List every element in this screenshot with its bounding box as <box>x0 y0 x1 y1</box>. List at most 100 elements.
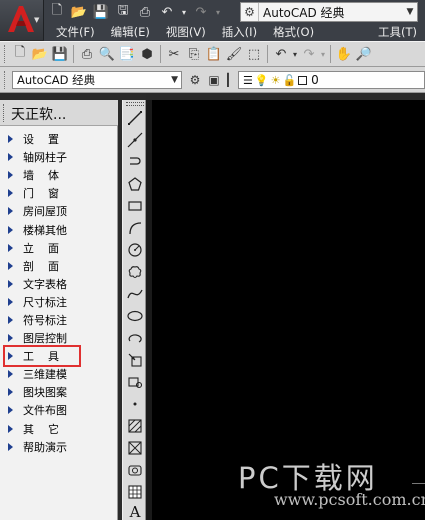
panel-item-help-demo[interactable]: 帮助演示 <box>0 438 118 456</box>
undo-dropdown-icon[interactable]: ▾ <box>291 44 299 64</box>
zoom-realtime-icon[interactable]: 🔎 <box>354 44 374 64</box>
print-icon[interactable]: ⎙ <box>136 3 154 21</box>
panel-item-door-window[interactable]: 门 窗 <box>0 184 118 202</box>
menu-insert[interactable]: 插入(I) <box>214 24 265 41</box>
undo-dropdown-icon[interactable]: ▾ <box>180 3 188 21</box>
multiline-text-icon[interactable]: A <box>125 502 145 520</box>
block-editor-icon[interactable]: ⬚ <box>244 44 264 64</box>
save-as-icon[interactable]: 🖫 <box>114 3 132 21</box>
panel-item-label: 剖 面 <box>23 259 59 273</box>
cut-icon[interactable]: ✂ <box>164 44 184 64</box>
pan-hand-icon[interactable]: ✋ <box>334 44 354 64</box>
new-icon[interactable]: 🗋 <box>48 3 66 21</box>
lightbulb-icon[interactable]: 💡 <box>255 74 269 87</box>
hatch-icon[interactable] <box>125 416 145 436</box>
save-icon[interactable]: 💾 <box>92 3 110 21</box>
workspace-dropdown[interactable]: ⚙ AutoCAD 经典 ▼ <box>240 2 418 22</box>
panel-item-symbol[interactable]: 符号标注 <box>0 311 118 329</box>
menu-tools[interactable]: 工具(T) <box>370 24 425 41</box>
print-icon[interactable]: ⎙ <box>77 44 97 64</box>
panel-item-room-roof[interactable]: 房间屋顶 <box>0 202 118 220</box>
panel-item-label: 楼梯其他 <box>23 223 67 237</box>
layer-properties-icon[interactable]: ☰ <box>243 74 253 87</box>
insert-block-icon[interactable] <box>125 350 145 370</box>
panel-header[interactable]: 天正软... <box>0 100 118 126</box>
make-block-icon[interactable] <box>125 372 145 392</box>
panel-item-elevation[interactable]: 立 面 <box>0 239 118 257</box>
menu-file[interactable]: 文件(F) <box>44 24 103 41</box>
panel-item-dimension[interactable]: 尺寸标注 <box>0 293 118 311</box>
workspace-select[interactable]: AutoCAD 经典 ▼ <box>12 71 182 89</box>
redo-icon[interactable]: ↷ <box>299 44 319 64</box>
panel-item-label: 文字表格 <box>23 277 67 291</box>
spline-icon[interactable] <box>125 284 145 304</box>
publish-icon[interactable]: 📑 <box>117 44 137 64</box>
paste-icon[interactable]: 📋 <box>204 44 224 64</box>
toolbar-grip[interactable] <box>4 45 7 63</box>
panel-item-axis-column[interactable]: 轴网柱子 <box>0 148 118 166</box>
panel-item-label: 立 面 <box>23 241 59 255</box>
panel-item-label: 轴网柱子 <box>23 151 67 165</box>
panel-item-settings[interactable]: 设 置 <box>0 130 118 148</box>
panel-item-other[interactable]: 其 它 <box>0 420 118 438</box>
polygon-icon[interactable] <box>125 174 145 194</box>
rectangle-icon[interactable] <box>125 196 145 216</box>
redo-dropdown-icon[interactable]: ▾ <box>214 3 222 21</box>
new-icon[interactable]: 🗋 <box>10 44 30 64</box>
panel-item-label: 图层控制 <box>23 332 67 346</box>
menu-format[interactable]: 格式(O) <box>265 24 322 41</box>
region-icon[interactable] <box>125 460 145 480</box>
panel-item-label: 门 窗 <box>23 187 59 201</box>
expand-arrow-icon <box>8 207 13 216</box>
watermark-url: www.pcsoft.com.cn <box>274 490 425 509</box>
workspace-dropdown-value: AutoCAD 经典 <box>263 5 345 20</box>
panel-item-text-table[interactable]: 文字表格 <box>0 275 118 293</box>
panel-grip[interactable] <box>3 104 6 122</box>
panel-item-blocks-patterns[interactable]: 图块图案 <box>0 383 118 401</box>
toolbar-grip[interactable] <box>4 71 7 89</box>
lock-icon[interactable]: 🔓 <box>282 74 296 87</box>
panel-item-wall[interactable]: 墙 体 <box>0 166 118 184</box>
toolbar-grip[interactable] <box>126 102 144 106</box>
point-icon[interactable] <box>125 394 145 414</box>
sun-freeze-icon[interactable]: ☀ <box>271 74 281 87</box>
panel-item-section[interactable]: 剖 面 <box>0 257 118 275</box>
panel-item-file-layout[interactable]: 文件布图 <box>0 401 118 419</box>
menu-view[interactable]: 视图(V) <box>158 24 214 41</box>
standard-toolbar: 🗋 📂 💾 ⎙ 🔍 📑 ⬢ ✂ ⎘ 📋 🖌 ⬚ ↶ ▾ ↷ ▾ ✋ 🔎 <box>0 41 425 67</box>
open-icon[interactable]: 📂 <box>30 44 50 64</box>
gear-icon[interactable]: ⚙ <box>186 71 204 89</box>
workspace-settings-icon[interactable]: ▣ <box>205 71 223 89</box>
panel-item-stairs[interactable]: 楼梯其他 <box>0 220 118 238</box>
redo-icon[interactable]: ↷ <box>192 3 210 21</box>
layer-control[interactable]: ☰ 💡 ☀ 🔓 0 <box>238 71 425 89</box>
print-preview-icon[interactable]: 🔍 <box>97 44 117 64</box>
circle-icon[interactable] <box>125 240 145 260</box>
undo-icon[interactable]: ↶ <box>158 3 176 21</box>
chevron-down-icon[interactable]: ▼ <box>171 72 178 88</box>
copy-icon[interactable]: ⎘ <box>184 44 204 64</box>
construction-line-icon[interactable] <box>125 130 145 150</box>
arc-icon[interactable] <box>125 218 145 238</box>
toolbar-grip[interactable]: ┃ <box>224 71 232 89</box>
ellipse-icon[interactable] <box>125 306 145 326</box>
toolbar-divider <box>267 45 268 63</box>
3d-publish-icon[interactable]: ⬢ <box>137 44 157 64</box>
table-icon[interactable] <box>125 482 145 502</box>
redo-dropdown-icon[interactable]: ▾ <box>319 44 327 64</box>
line-icon[interactable] <box>125 108 145 128</box>
chevron-down-icon[interactable]: ▼ <box>403 7 417 17</box>
menu-edit[interactable]: 编辑(E) <box>103 24 158 41</box>
open-icon[interactable]: 📂 <box>70 3 88 21</box>
revision-cloud-icon[interactable] <box>125 262 145 282</box>
panel-item-3d-modeling[interactable]: 三维建模 <box>0 365 118 383</box>
gradient-icon[interactable] <box>125 438 145 458</box>
gear-icon[interactable]: ⚙ <box>241 3 259 21</box>
autocad-window: 🗋 📂 💾 🖫 ⎙ ↶ ▾ ↷ ▾ ⚙ AutoCAD 经典 ▼ ▼ 文件(F)… <box>0 0 425 520</box>
application-menu-button[interactable]: ▼ <box>0 0 44 40</box>
polyline-icon[interactable] <box>125 152 145 172</box>
ellipse-arc-icon[interactable] <box>125 328 145 348</box>
match-properties-icon[interactable]: 🖌 <box>224 44 244 64</box>
undo-icon[interactable]: ↶ <box>271 44 291 64</box>
save-icon[interactable]: 💾 <box>50 44 70 64</box>
